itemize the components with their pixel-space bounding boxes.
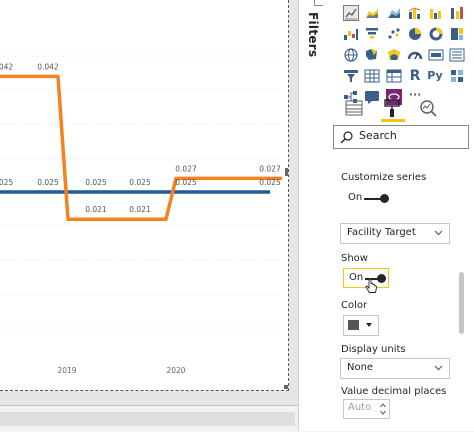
paint-roller-icon: [384, 99, 400, 117]
table-icon[interactable]: [364, 68, 380, 84]
funnel-chart-icon[interactable]: [364, 26, 380, 42]
filled-map-icon[interactable]: [364, 47, 380, 63]
slicer-icon[interactable]: [343, 68, 359, 84]
show-toggle-label: On: [349, 272, 364, 283]
scatter-chart-icon[interactable]: [386, 26, 402, 42]
spinner-arrows-icon[interactable]: [380, 402, 386, 416]
data-label-orange: 0.021: [85, 205, 107, 214]
display-units-value: None: [347, 362, 374, 373]
resize-handle-corner[interactable]: [284, 385, 288, 389]
series-dropdown[interactable]: Facility Target: [340, 223, 450, 244]
fields-tab[interactable]: [343, 98, 367, 120]
multi-row-card-icon[interactable]: [449, 47, 465, 63]
line-chart-visual[interactable]: 025 0.025 0.025 0.025 0.025 0.025 042 0.042 0.02…: [0, 0, 289, 391]
data-label-blue: 0.025: [37, 178, 59, 187]
decimal-places-heading: Value decimal places: [341, 386, 447, 397]
series-line-orange: [0, 74, 282, 221]
filters-pane-collapsed[interactable]: Filters: [298, 0, 330, 431]
area-chart-icon[interactable]: [364, 5, 380, 21]
line-stacked-column-icon[interactable]: [428, 5, 444, 21]
shape-map-icon[interactable]: [386, 47, 402, 63]
format-pane-scrollbar[interactable]: [459, 272, 464, 334]
ribbon-chart-icon[interactable]: [449, 5, 465, 21]
r-visual-icon[interactable]: R: [407, 68, 423, 84]
decimal-places-value: Auto: [348, 402, 372, 413]
hand-cursor-icon: [365, 279, 377, 293]
data-label-blue: 0.025: [259, 178, 281, 187]
pane-tabs: [337, 98, 467, 122]
format-tab-underline: [381, 119, 405, 122]
expand-filters-icon[interactable]: [314, 0, 323, 6]
format-search-box[interactable]: Search: [333, 125, 469, 149]
analytics-magnifier-icon: [420, 100, 437, 117]
data-label-blue: 025: [0, 178, 13, 187]
horizontal-scrollbar[interactable]: [0, 405, 298, 432]
python-visual-icon[interactable]: Py: [425, 68, 445, 84]
data-label-orange: 042: [0, 62, 13, 71]
data-label-blue: 0.025: [129, 178, 151, 187]
data-label-blue: 0.025: [175, 178, 197, 187]
search-icon: [340, 131, 353, 144]
chevron-down-icon: [434, 365, 443, 371]
color-heading: Color: [341, 300, 368, 311]
data-label-blue: 0.025: [85, 178, 107, 187]
card-icon[interactable]: [428, 47, 444, 63]
stacked-area-chart-icon[interactable]: [386, 5, 402, 21]
line-clustered-column-icon[interactable]: [407, 5, 423, 21]
x-tick-label: 2020: [166, 366, 185, 375]
fields-icon: [345, 100, 363, 116]
report-canvas: 025 0.025 0.025 0.025 0.025 0.025 042 0.042 0.02…: [0, 0, 298, 405]
format-tab[interactable]: [381, 98, 405, 120]
display-units-heading: Display units: [341, 344, 406, 355]
data-label-orange: 0.042: [37, 62, 59, 71]
data-label-orange: 0.027: [175, 164, 197, 173]
customize-series-toggle[interactable]: On: [343, 191, 393, 205]
donut-chart-icon[interactable]: [428, 26, 444, 42]
line-chart-type-icon[interactable]: [343, 5, 359, 21]
data-label-orange: 0.021: [129, 205, 151, 214]
series-dropdown-value: Facility Target: [347, 227, 416, 238]
chevron-down-icon: [434, 230, 443, 236]
customize-series-toggle-knob: [380, 194, 389, 203]
visualizations-pane: R Py ··· Search Customize series On Faci…: [329, 0, 474, 431]
key-influencers-icon[interactable]: [449, 68, 465, 84]
display-units-dropdown[interactable]: None: [340, 358, 450, 379]
line-chart[interactable]: 025 0.025 0.025 0.025 0.025 0.025 042 0.042 0.02…: [0, 0, 288, 390]
x-tick-label: 2019: [57, 366, 76, 375]
show-heading: Show: [341, 253, 368, 264]
caret-down-icon: [366, 323, 372, 327]
waterfall-chart-icon[interactable]: [343, 26, 359, 42]
show-toggle[interactable]: On: [343, 268, 389, 293]
color-swatch: [348, 320, 359, 330]
map-icon[interactable]: [343, 47, 359, 63]
analytics-tab[interactable]: [417, 98, 441, 120]
decimal-places-input[interactable]: Auto: [343, 399, 390, 419]
matrix-icon[interactable]: [386, 68, 402, 84]
filters-label[interactable]: Filters: [306, 12, 320, 57]
horizontal-scrollbar-thumb[interactable]: [0, 412, 295, 426]
treemap-icon[interactable]: [449, 26, 465, 42]
customize-series-toggle-label: On: [348, 192, 363, 203]
pie-chart-icon[interactable]: [407, 26, 423, 42]
color-picker-button[interactable]: [343, 315, 379, 336]
customize-series-heading: Customize series: [341, 172, 427, 183]
resize-handle-right[interactable]: [285, 168, 288, 176]
search-input[interactable]: Search: [359, 129, 397, 142]
gauge-icon[interactable]: [407, 47, 423, 63]
data-label-orange: 0.027: [259, 164, 281, 173]
